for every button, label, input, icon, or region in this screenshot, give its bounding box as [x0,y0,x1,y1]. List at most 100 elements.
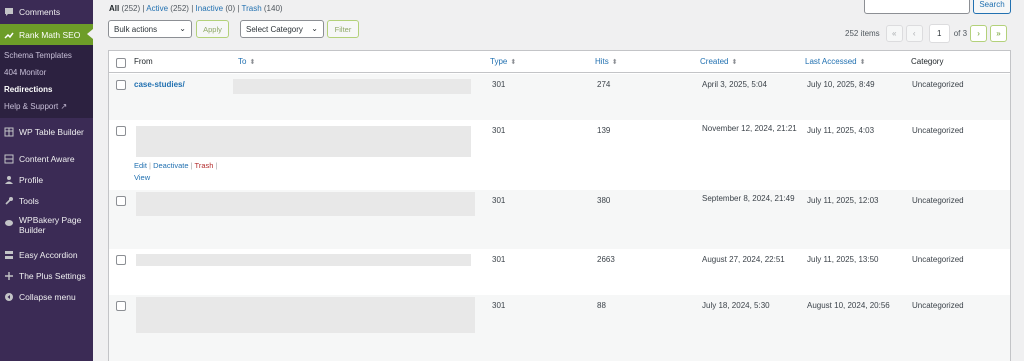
admin-sidebar: Comments Rank Math SEO Schema Templates … [0,0,93,361]
category-cell: Uncategorized [912,301,964,310]
comments-icon [3,6,14,17]
row-checkbox[interactable] [116,196,126,206]
table-row: 301 88 July 18, 2024, 5:30 August 10, 20… [109,295,1010,361]
menu-item-the-plus-settings[interactable]: The Plus Settings [0,265,93,286]
filter-label: Filter [334,24,352,34]
menu-item-tools[interactable]: Tools [0,190,93,211]
category-cell: Uncategorized [912,126,964,135]
menu-item-rank-math-seo[interactable]: Rank Math SEO [0,24,93,45]
deactivate-link[interactable]: Deactivate [153,161,188,170]
hits-cell: 2663 [597,255,615,264]
redacted-source-destination [136,192,475,216]
created-cell: September 8, 2024, 21:49 [702,194,795,203]
table-icon [3,126,14,137]
hits-cell: 380 [597,196,611,205]
rank-math-icon [3,29,14,40]
bulk-actions-select[interactable]: Bulk actions ⌄ [108,20,192,38]
submenu-404-monitor[interactable]: 404 Monitor [0,64,93,81]
row-checkbox[interactable] [116,126,126,136]
header-label: Last Accessed [805,57,857,66]
prev-page-icon: ‹ [912,29,916,38]
collapse-icon [3,291,14,302]
select-all-checkbox[interactable] [116,58,126,68]
menu-item-collapse[interactable]: Collapse menu [0,286,93,307]
last-accessed-cell: August 10, 2024, 20:56 [807,301,890,310]
category-value: Select Category [246,24,303,34]
menu-item-wpbakery[interactable]: WPBakery Page Builder [0,211,93,241]
menu-item-comments[interactable]: Comments [0,1,93,22]
last-accessed-cell: July 11, 2025, 4:03 [807,126,875,135]
filter-button[interactable]: Filter [327,20,359,38]
hits-cell: 88 [597,301,606,310]
apply-button[interactable]: Apply [196,20,229,38]
next-page-button[interactable]: › [970,25,988,42]
next-page-icon: › [977,29,980,38]
submenu-label: Help & Support ↗ [4,102,68,111]
category-cell: Uncategorized [912,255,964,264]
header-to[interactable]: To ⬍ [238,57,255,66]
filter-count: (140) [263,4,283,13]
created-cell: July 18, 2024, 5:30 [702,301,770,310]
current-page-value: 1 [936,29,942,38]
header-label: Hits [595,57,609,66]
bulk-actions-value: Bulk actions [114,24,158,34]
from-link[interactable]: case-studies/ [134,80,185,89]
apply-label: Apply [203,24,222,34]
type-cell: 301 [492,196,506,205]
row-checkbox[interactable] [116,301,126,311]
search-input[interactable] [864,0,970,14]
table-row: 301 2663 August 27, 2024, 22:51 July 11,… [109,249,1010,295]
user-icon [3,174,14,185]
separator: | [215,161,218,170]
table-header: From To ⬍ Type ⬍ Hits ⬍ Created ⬍ Last Acces… [109,51,1010,73]
header-label: Type [490,57,508,66]
view-link[interactable]: View [134,173,150,182]
rank-math-submenu: Schema Templates 404 Monitor Redirection… [0,45,93,118]
header-hits[interactable]: Hits ⬍ [595,57,618,66]
created-cell: November 12, 2024, 21:21 [702,124,797,133]
filter-count: (252) [121,4,141,13]
last-page-icon: » [996,29,1001,38]
submenu-help-support[interactable]: Help & Support ↗ [0,98,93,115]
header-last-accessed[interactable]: Last Accessed ⬍ [805,57,865,66]
sort-icon: ⬍ [611,59,618,66]
sort-icon: ⬍ [249,59,256,66]
row-checkbox[interactable] [116,80,126,90]
category-select[interactable]: Select Category ⌄ [240,20,324,38]
first-page-button[interactable]: « [885,25,903,42]
current-page-input[interactable]: 1 [928,24,950,43]
filter-all[interactable]: All [109,4,119,13]
menu-item-profile[interactable]: Profile [0,169,93,190]
menu-label: Content Aware [19,153,75,164]
edit-link[interactable]: Edit [134,161,147,170]
last-accessed-cell: July 11, 2025, 13:50 [807,255,879,264]
category-cell: Uncategorized [912,196,964,205]
filter-count: (252) [170,4,189,13]
menu-label: Tools [19,195,39,206]
menu-item-easy-accordion[interactable]: Easy Accordion [0,244,93,265]
header-type[interactable]: Type ⬍ [490,57,516,66]
wrench-icon [3,195,14,206]
submenu-redirections[interactable]: Redirections [0,81,93,98]
menu-label: Easy Accordion [19,249,78,260]
menu-item-wp-table-builder[interactable]: WP Table Builder [0,121,93,142]
header-created[interactable]: Created ⬍ [700,57,737,66]
menu-item-content-aware[interactable]: Content Aware [0,148,93,169]
menu-label: Comments [19,6,61,17]
trash-link[interactable]: Trash [195,161,214,170]
sort-icon: ⬍ [510,59,517,66]
first-page-icon: « [891,29,897,38]
filter-trash[interactable]: Trash [242,4,262,13]
search-button[interactable]: Search [973,0,1011,14]
header-label: From [134,57,153,66]
row-checkbox[interactable] [116,255,126,265]
pagination: 252 items « ‹ 1 of 3 › » [845,24,1008,43]
sort-icon: ⬍ [859,59,866,66]
prev-page-button[interactable]: ‹ [905,25,923,42]
header-from: From [134,57,153,66]
last-page-button[interactable]: » [990,25,1008,42]
submenu-schema-templates[interactable]: Schema Templates [0,47,93,64]
separator: | [237,4,240,13]
filter-active[interactable]: Active [146,4,168,13]
filter-inactive[interactable]: Inactive [196,4,224,13]
